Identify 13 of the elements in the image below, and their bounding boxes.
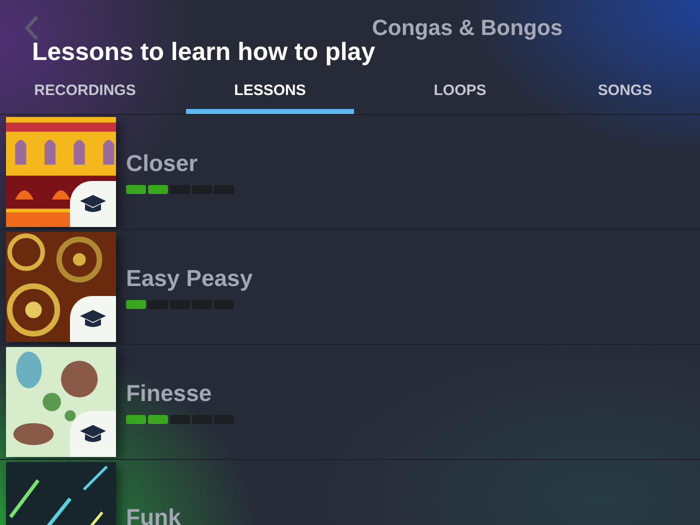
lesson-title[interactable]: Closer <box>126 150 234 177</box>
tab[interactable]: LOOPS <box>414 74 506 114</box>
instrument-name: Congas & Bongos <box>372 15 563 41</box>
tab[interactable]: SONGS <box>578 74 672 114</box>
page-heading: Lessons to learn how to play <box>32 38 376 68</box>
tab[interactable]: RECORDINGS <box>14 74 156 114</box>
tab[interactable]: LESSONS <box>186 74 354 114</box>
graduation-cap-icon <box>79 309 107 329</box>
graduation-cap-icon <box>79 424 107 444</box>
back-icon[interactable] <box>24 16 38 40</box>
lesson-title[interactable]: Easy Peasy <box>126 265 253 292</box>
graduation-cap-icon <box>79 194 107 214</box>
lesson-title[interactable]: Finesse <box>126 380 234 407</box>
